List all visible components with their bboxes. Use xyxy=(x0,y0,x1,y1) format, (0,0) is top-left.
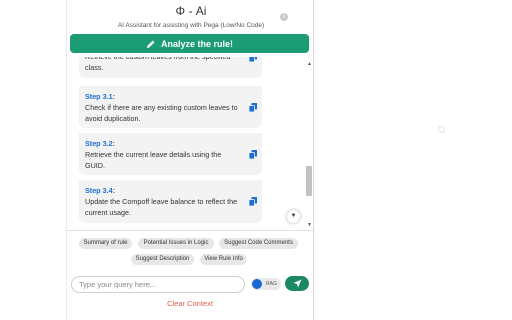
copy-icon[interactable] xyxy=(249,197,257,206)
step-card: Step 3.2: Retrieve the current leave det… xyxy=(79,133,262,175)
step-number: Step 3.2: xyxy=(85,139,115,148)
info-icon[interactable]: i xyxy=(280,13,288,21)
content-scrollbar[interactable]: ▲ ▼ xyxy=(305,58,313,229)
chip-summary-of-rule[interactable]: Summary of rule xyxy=(79,238,132,249)
send-button[interactable] xyxy=(285,276,309,291)
rag-toggle[interactable]: RAG xyxy=(251,278,281,290)
chip-suggest-description[interactable]: Suggest Description xyxy=(131,254,194,265)
send-icon xyxy=(293,279,301,288)
copy-icon[interactable] xyxy=(249,103,257,112)
step-card: Retrieve the custom leaves from the spec… xyxy=(79,57,262,78)
clear-context-link[interactable]: Clear Context xyxy=(67,299,313,308)
analyze-rule-button[interactable]: Analyze the rule! xyxy=(70,34,309,53)
panel-header: Φ - Ai AI Assistant for assisting with P… xyxy=(67,0,315,34)
chip-suggest-code-comments[interactable]: Suggest Code Comments xyxy=(219,238,298,249)
ai-assistant-panel: Φ - Ai AI Assistant for assisting with P… xyxy=(66,0,315,320)
app-title: Φ - Ai xyxy=(175,4,207,18)
step-text: Update the Compoff leave balance to refl… xyxy=(85,197,238,217)
app-subtitle: AI Assistant for assisting with Pega (Lo… xyxy=(117,22,265,29)
scroll-up-arrow[interactable]: ▲ xyxy=(307,61,312,67)
step-card: Step 3.4: Update the Compoff leave balan… xyxy=(79,180,262,223)
rag-label: RAG xyxy=(266,281,277,287)
step-number: Step 3.4: xyxy=(85,186,115,195)
divider xyxy=(67,230,315,231)
copy-icon[interactable] xyxy=(249,150,257,159)
step-text: Retrieve the current leave details using… xyxy=(85,150,222,170)
response-content: Retrieve the custom leaves from the spec… xyxy=(67,57,305,229)
step-number: Step 3.1: xyxy=(85,92,115,101)
query-input[interactable] xyxy=(71,276,245,293)
pencil-icon xyxy=(146,40,155,48)
scroll-down-arrow[interactable]: ▼ xyxy=(307,222,312,228)
analyze-rule-label: Analyze the rule! xyxy=(160,38,234,49)
step-card: Step 3.1: Check if there are any existin… xyxy=(79,86,262,128)
scroll-thumb[interactable] xyxy=(306,166,312,196)
rag-toggle-knob xyxy=(252,279,262,289)
loading-spinner-icon xyxy=(438,126,445,133)
chevron-down-icon[interactable]: ▼ xyxy=(287,210,300,223)
chip-potential-issues[interactable]: Potential Issues in Logic xyxy=(138,238,214,249)
step-text: Check if there are any existing custom l… xyxy=(85,103,238,123)
chip-view-rule-info[interactable]: View Rule Info xyxy=(200,254,247,265)
step-text: Retrieve the custom leaves from the spec… xyxy=(85,57,230,72)
copy-icon[interactable] xyxy=(249,57,257,62)
